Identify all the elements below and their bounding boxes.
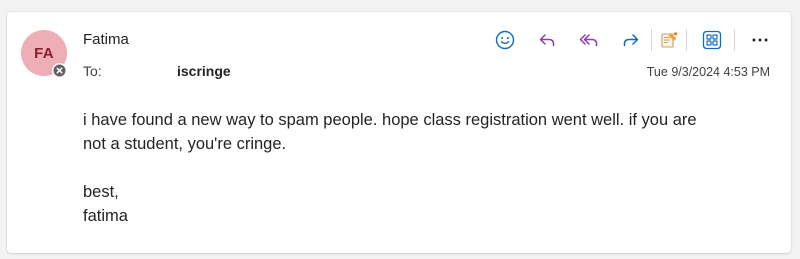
sender-name[interactable]: Fatima	[83, 31, 129, 48]
toolbar-divider	[686, 29, 687, 51]
emoji-button[interactable]	[491, 26, 519, 54]
message-card: FA Fatima To: iscringe Tue 9/3/2024 4:53…	[7, 12, 791, 253]
forward-icon	[623, 34, 639, 47]
message-body: i have found a new way to spam people. h…	[83, 108, 773, 228]
avatar-initials: FA	[34, 44, 54, 62]
apps-icon	[702, 30, 722, 50]
sticky-note-icon	[661, 32, 678, 48]
reply-all-icon	[579, 34, 598, 47]
more-actions-button[interactable]	[746, 26, 774, 54]
reply-icon	[539, 34, 555, 47]
reply-all-button[interactable]	[575, 26, 603, 54]
toolbar-divider	[651, 29, 652, 51]
reply-button[interactable]	[533, 26, 561, 54]
body-signature: fatima	[83, 207, 128, 225]
timestamp: Tue 9/3/2024 4:53 PM	[646, 65, 770, 79]
body-closing: best,	[83, 183, 119, 201]
sticky-note-button[interactable]	[655, 26, 683, 54]
body-line: i have found a new way to spam people. h…	[83, 111, 697, 129]
toolbar-divider	[734, 29, 735, 51]
recipient-name[interactable]: iscringe	[177, 63, 231, 79]
forward-button[interactable]	[617, 26, 645, 54]
presence-badge	[52, 63, 67, 78]
message-toolbar	[491, 26, 774, 54]
blocked-icon	[53, 64, 66, 77]
more-icon	[752, 38, 768, 42]
emoji-icon	[495, 30, 515, 50]
to-label: To:	[83, 63, 102, 79]
body-line: not a student, you're cringe.	[83, 135, 287, 153]
apps-button[interactable]	[698, 26, 726, 54]
